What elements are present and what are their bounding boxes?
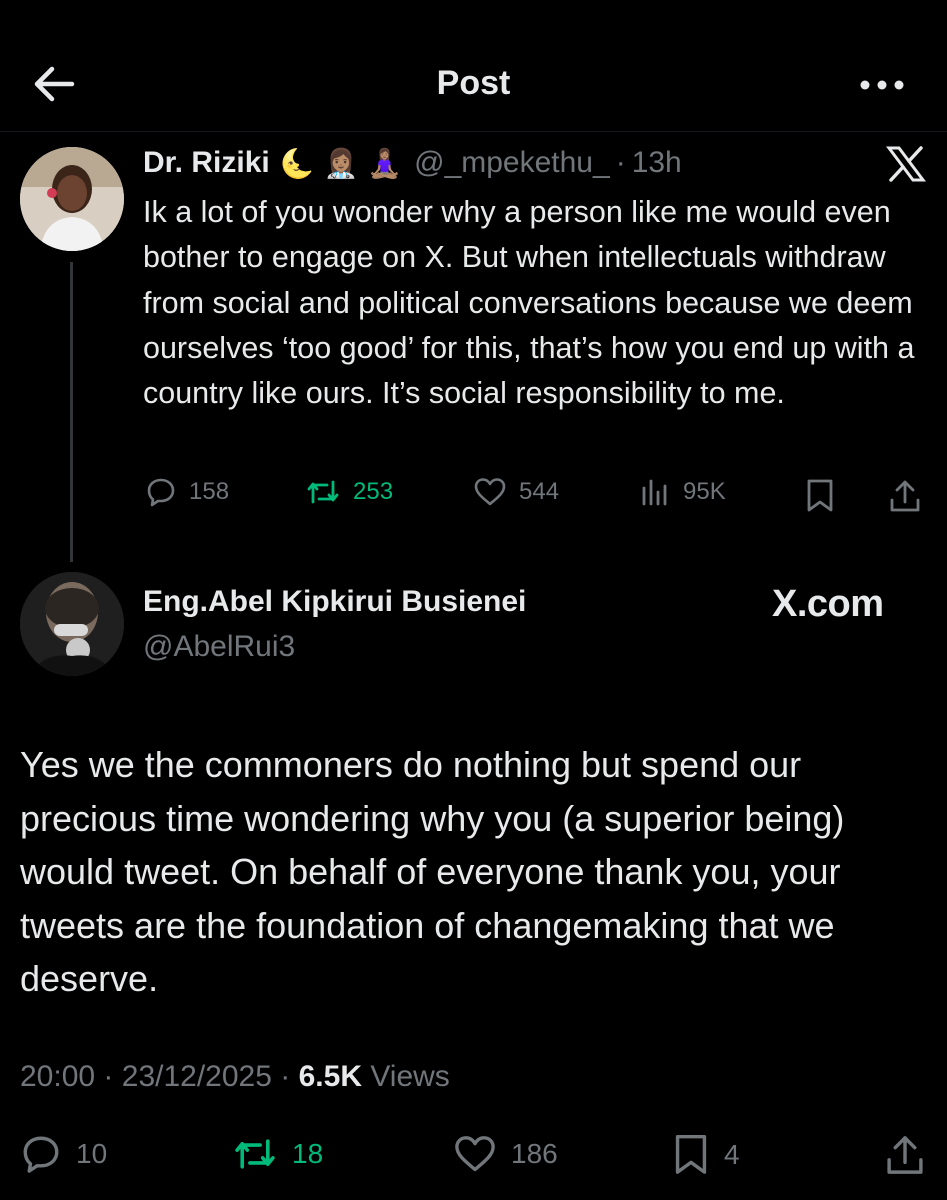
bookmark-icon[interactable] <box>805 478 835 514</box>
like-button[interactable]: 186 <box>453 1133 558 1175</box>
quoted-post-actions: 158 253 544 95K <box>143 476 933 516</box>
quoted-views-button[interactable]: 95K <box>639 476 726 508</box>
x-com-watermark: X.com <box>772 583 884 625</box>
quoted-post-text: Ik a lot of you wonder why a person like… <box>143 195 915 411</box>
reply-count: 10 <box>76 1138 108 1169</box>
post-views-label: Views <box>370 1060 450 1093</box>
quoted-reply-count: 158 <box>189 478 230 505</box>
views-chart-icon <box>642 479 667 506</box>
bookmark-icon <box>675 1134 707 1174</box>
reply-post-text: Yes we the commoners do nothing but spen… <box>20 744 845 999</box>
quoted-repost-count: 253 <box>353 478 394 505</box>
quoted-post-header: Dr. Riziki 🌜 👩🏽‍⚕️ 🧘🏽‍♀️ @_mpekethu_ · 1… <box>143 140 682 186</box>
quoted-like-button[interactable]: 544 <box>473 476 559 508</box>
heart-icon <box>474 478 506 506</box>
quoted-reply-button[interactable]: 158 <box>145 476 229 508</box>
share-icon[interactable] <box>884 1133 926 1177</box>
thread-connector-line <box>70 262 73 562</box>
heart-icon <box>455 1136 495 1172</box>
reply-author-avatar[interactable] <box>20 572 124 676</box>
repost-icon <box>235 1139 275 1169</box>
reply-icon <box>147 478 175 507</box>
quoted-author-avatar[interactable] <box>20 147 124 251</box>
reply-post-actions: 10 18 186 4 <box>20 1133 930 1183</box>
page-title: Post <box>436 64 511 102</box>
reply-button[interactable]: 10 <box>20 1133 107 1175</box>
bookmark-button[interactable]: 4 <box>672 1133 740 1177</box>
quoted-author-handle[interactable]: @_mpekethu_ <box>414 146 610 180</box>
more-options-icon[interactable] <box>857 70 907 100</box>
like-count: 186 <box>511 1138 558 1169</box>
post-views-count: 6.5K <box>298 1060 362 1093</box>
share-icon[interactable] <box>888 478 922 514</box>
top-bar: Post <box>0 0 947 132</box>
meta-separator: · <box>103 1060 114 1093</box>
quoted-author-emojis: 🌜 👩🏽‍⚕️ 🧘🏽‍♀️ <box>279 146 403 180</box>
quoted-post-time[interactable]: 13h <box>632 146 682 180</box>
separator-dot: · <box>615 146 626 179</box>
quoted-repost-button[interactable]: 253 <box>305 476 393 508</box>
x-logo-icon <box>886 146 926 182</box>
meta-separator: · <box>280 1060 291 1093</box>
repost-icon <box>307 480 339 504</box>
quoted-like-count: 544 <box>519 478 560 505</box>
post-date[interactable]: 23/12/2025 <box>122 1060 272 1093</box>
repost-button[interactable]: 18 <box>232 1133 323 1175</box>
reply-icon <box>23 1136 59 1173</box>
post-metadata: 20:00 · 23/12/2025 · 6.5K Views <box>20 1060 450 1094</box>
quoted-author-name[interactable]: Dr. Riziki <box>143 146 270 180</box>
reply-author-handle[interactable]: @AbelRui3 <box>143 630 295 664</box>
repost-count: 18 <box>292 1138 324 1169</box>
bookmark-count: 4 <box>724 1139 740 1170</box>
header-divider <box>0 131 947 132</box>
post-time[interactable]: 20:00 <box>20 1060 95 1093</box>
quoted-views-count: 95K <box>683 478 726 505</box>
reply-author-name[interactable]: Eng.Abel Kipkirui Busienei <box>143 585 526 619</box>
